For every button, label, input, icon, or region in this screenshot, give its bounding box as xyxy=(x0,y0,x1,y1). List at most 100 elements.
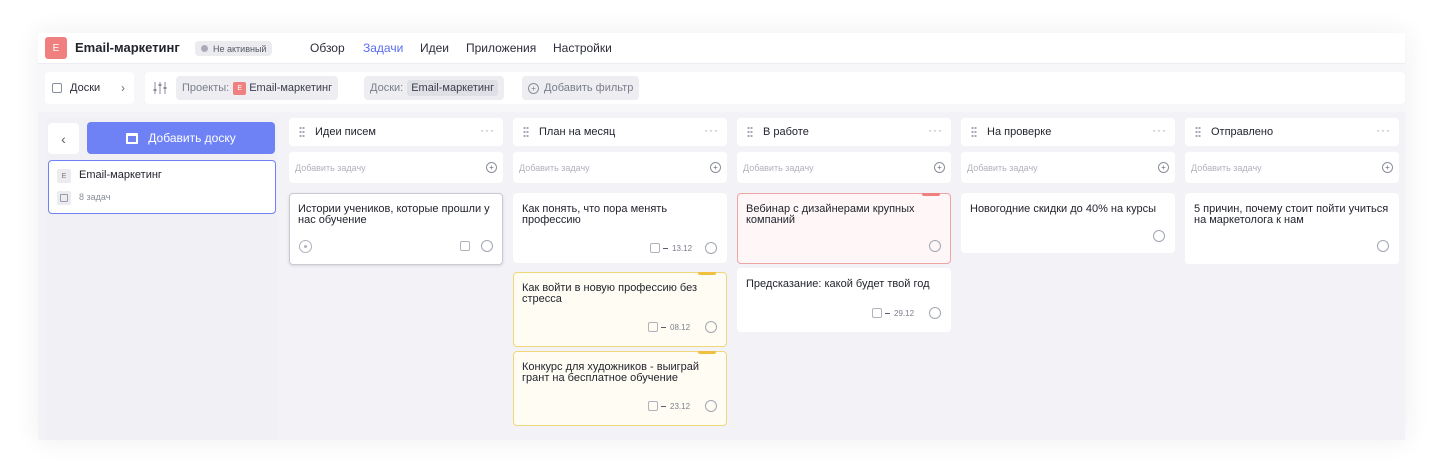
date-dash xyxy=(885,313,890,314)
sliders-icon[interactable] xyxy=(152,80,168,96)
add-task-input[interactable]: Добавить задачу + xyxy=(961,152,1175,183)
plus-circle-icon[interactable]: + xyxy=(1382,162,1393,173)
more-horizontal-icon[interactable]: ··· xyxy=(704,123,719,137)
more-horizontal-icon[interactable]: ··· xyxy=(1376,123,1391,137)
status-badge[interactable]: Не активный xyxy=(195,41,273,56)
tab-ideas[interactable]: Идеи xyxy=(420,41,449,55)
plus-circle-icon[interactable]: + xyxy=(710,162,721,173)
task-card[interactable]: 5 причин, почему стоит пойти учиться на … xyxy=(1185,193,1399,264)
circle-check-icon[interactable] xyxy=(481,240,493,252)
date-dash xyxy=(661,406,666,407)
board-item[interactable]: E Email-маркетинг 8 задач xyxy=(48,160,276,214)
circle-check-icon[interactable] xyxy=(705,400,717,412)
task-title: Истории учеников, которые прошли у нас о… xyxy=(298,203,490,226)
app-window: E Email-маркетинг Не активный Обзор Зада… xyxy=(38,33,1405,440)
drag-handle-icon[interactable] xyxy=(971,126,977,138)
project-logo: E xyxy=(45,37,67,59)
filter-chip-boards[interactable]: Доски: Email-маркетинг xyxy=(364,76,505,100)
calendar-icon[interactable] xyxy=(460,241,470,251)
drag-handle-icon[interactable] xyxy=(523,126,529,138)
task-card[interactable]: Новогодние скидки до 40% на курсы xyxy=(961,193,1175,253)
circle-check-icon[interactable] xyxy=(1153,230,1165,242)
task-title: Новогодние скидки до 40% на курсы xyxy=(970,203,1156,215)
column-header[interactable]: Отправлено ··· xyxy=(1185,118,1399,146)
tab-apps[interactable]: Приложения xyxy=(466,41,536,55)
filter-projects-value-wrap: E Email-маркетинг xyxy=(233,81,332,95)
task-title: Вебинар с дизайнерами крупных компаний xyxy=(746,203,915,226)
column-month-plan: План на месяц ··· Добавить задачу + Как … xyxy=(513,118,727,426)
column-in-progress: В работе ··· Добавить задачу + Вебинар с… xyxy=(737,118,951,332)
board-title: Email-маркетинг xyxy=(79,169,162,181)
circle-check-icon[interactable] xyxy=(705,321,717,333)
task-card[interactable]: Как войти в новую профессию без стресса … xyxy=(513,272,727,347)
filter-projects-label: Проекты: xyxy=(182,82,230,94)
column-ideas: Идеи писем ··· Добавить задачу + Истории… xyxy=(289,118,503,265)
drag-handle-icon[interactable] xyxy=(747,126,753,138)
chevron-right-icon: › xyxy=(121,81,125,95)
tab-tasks[interactable]: Задачи xyxy=(363,41,403,55)
top-bar: E Email-маркетинг Не активный Обзор Зада… xyxy=(38,33,1405,64)
column-header[interactable]: В работе ··· xyxy=(737,118,951,146)
timer-icon[interactable] xyxy=(299,240,312,253)
add-board-button[interactable]: Добавить доску xyxy=(87,122,275,154)
task-due-date: 13.12 xyxy=(672,244,693,253)
project-mini-logo: E xyxy=(233,81,247,95)
back-button[interactable]: ‹ xyxy=(48,123,79,154)
task-card[interactable]: Как понять, что пора менять профессию 13… xyxy=(513,193,727,263)
priority-flag xyxy=(698,351,716,354)
plus-circle-icon[interactable]: + xyxy=(1158,162,1169,173)
status-dot-icon xyxy=(201,45,208,52)
drag-handle-icon[interactable] xyxy=(299,126,305,138)
add-task-input[interactable]: Добавить задачу + xyxy=(513,152,727,183)
calendar-icon xyxy=(650,243,660,253)
more-horizontal-icon[interactable]: ··· xyxy=(928,123,943,137)
task-title: Предсказание: какой будет твой год xyxy=(746,278,930,290)
add-task-placeholder: Добавить задачу xyxy=(1191,163,1262,173)
add-filter-label: Добавить фильтр xyxy=(544,82,634,94)
add-task-input[interactable]: Добавить задачу + xyxy=(289,152,503,183)
priority-flag xyxy=(922,193,940,196)
board-icon xyxy=(52,83,62,93)
circle-check-icon[interactable] xyxy=(705,242,717,254)
task-title: Как войти в новую профессию без стресса xyxy=(522,282,698,305)
add-task-placeholder: Добавить задачу xyxy=(743,163,814,173)
task-card[interactable]: Предсказание: какой будет твой год 29.12 xyxy=(737,268,951,332)
column-header[interactable]: План на месяц ··· xyxy=(513,118,727,146)
task-card[interactable]: Вебинар с дизайнерами крупных компаний xyxy=(737,193,951,264)
plus-circle-icon[interactable]: + xyxy=(486,162,497,173)
calendar-icon xyxy=(872,308,882,318)
add-filter-button[interactable]: + Добавить фильтр xyxy=(522,76,640,100)
circle-check-icon[interactable] xyxy=(1377,240,1389,252)
chevron-left-icon: ‹ xyxy=(61,130,66,147)
plus-circle-icon: + xyxy=(528,82,539,94)
task-card[interactable]: Истории учеников, которые прошли у нас о… xyxy=(289,193,503,265)
add-board-label: Добавить доску xyxy=(148,131,236,145)
add-task-input[interactable]: Добавить задачу + xyxy=(737,152,951,183)
kanban-board: Идеи писем ··· Добавить задачу + Истории… xyxy=(282,112,1405,440)
add-task-placeholder: Добавить задачу xyxy=(967,163,1038,173)
tab-settings[interactable]: Настройки xyxy=(553,41,612,55)
date-dash xyxy=(663,248,668,249)
task-title: Как понять, что пора менять профессию xyxy=(522,203,668,226)
plus-circle-icon[interactable]: + xyxy=(934,162,945,173)
add-task-input[interactable]: Добавить задачу + xyxy=(1185,152,1399,183)
drag-handle-icon[interactable] xyxy=(1195,126,1201,138)
tab-overview[interactable]: Обзор xyxy=(310,41,345,55)
circle-check-icon[interactable] xyxy=(929,240,941,252)
tasks-icon xyxy=(57,191,71,205)
column-title: В работе xyxy=(763,126,809,138)
status-label: Не активный xyxy=(213,43,267,54)
board-add-icon xyxy=(126,132,139,144)
task-card[interactable]: Конкурс для художников - выиграй грант н… xyxy=(513,351,727,426)
task-title: 5 причин, почему стоит пойти учиться на … xyxy=(1194,203,1389,226)
column-header[interactable]: На проверке ··· xyxy=(961,118,1175,146)
more-horizontal-icon[interactable]: ··· xyxy=(480,123,495,137)
column-title: План на месяц xyxy=(539,126,616,138)
filter-chip-projects[interactable]: Проекты: E Email-маркетинг xyxy=(176,76,339,100)
breadcrumb-boards[interactable]: Доски › xyxy=(45,72,134,104)
circle-check-icon[interactable] xyxy=(929,307,941,319)
column-review: На проверке ··· Добавить задачу + Нового… xyxy=(961,118,1175,253)
column-header[interactable]: Идеи писем ··· xyxy=(289,118,503,146)
more-horizontal-icon[interactable]: ··· xyxy=(1152,123,1167,137)
add-task-placeholder: Добавить задачу xyxy=(295,163,366,173)
